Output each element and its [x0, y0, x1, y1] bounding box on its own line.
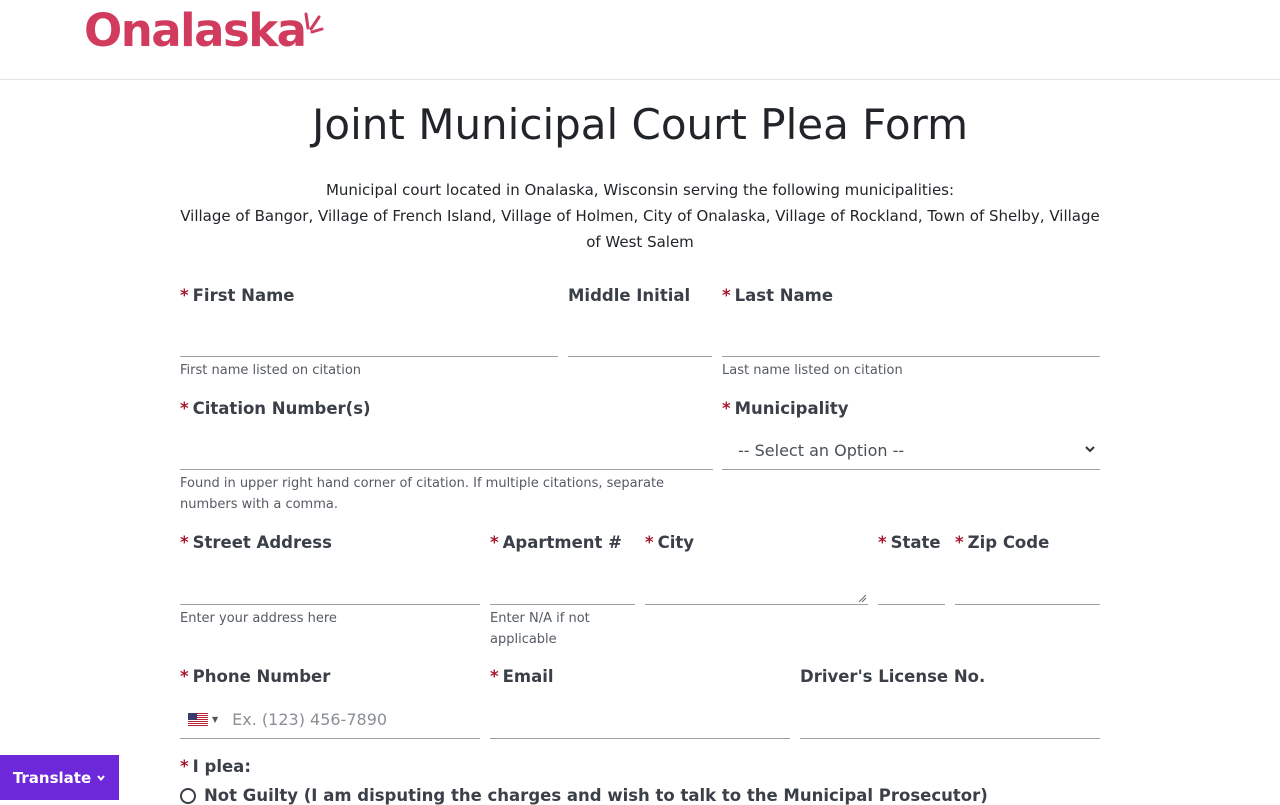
apartment-label: * Apartment # [490, 533, 622, 552]
first-name-field: * First Name First name listed on citatio… [180, 286, 558, 386]
required-marker: * [180, 533, 189, 552]
required-marker: * [180, 286, 189, 305]
citation-number-input[interactable] [180, 434, 713, 470]
state-field: * State [878, 533, 945, 613]
resize-grip-icon[interactable] [858, 594, 867, 603]
first-name-help: First name listed on citation [180, 363, 362, 378]
street-address-field: * Street Address Enter your address here [180, 533, 480, 633]
phone-placeholder: Ex. (123) 456-7890 [232, 710, 388, 729]
citation-number-field: * Citation Number(s) Found in upper right… [180, 399, 713, 519]
translate-label: Translate [12, 768, 92, 787]
state-input[interactable] [878, 569, 945, 605]
municipality-field: * Municipality -- Select an Option -- [722, 399, 1100, 479]
last-name-input[interactable] [722, 321, 1100, 357]
first-name-label: * First Name [180, 286, 295, 305]
middle-initial-label: Middle Initial [568, 286, 691, 305]
caret-down-icon: ▼ [212, 715, 219, 724]
subtitle-line-2: Village of Bangor, Village of French Isl… [180, 207, 1100, 251]
plea-option-not-guilty[interactable]: Not Guilty (I am disputing the charges a… [180, 786, 988, 805]
page-title: Joint Municipal Court Plea Form [312, 100, 968, 149]
email-label: * Email [490, 667, 554, 686]
municipality-select[interactable]: -- Select an Option -- [722, 432, 1100, 470]
logo-sparkle-icon [304, 12, 324, 34]
required-marker: * [645, 533, 654, 552]
required-marker: * [722, 399, 731, 418]
required-marker: * [878, 533, 887, 552]
plea-field: * I plea: [180, 757, 580, 781]
us-flag-icon [188, 713, 208, 726]
page-subtitle: Municipal court located in Onalaska, Wis… [180, 177, 1100, 255]
street-address-input[interactable] [180, 569, 480, 605]
chevron-down-icon [1085, 446, 1095, 453]
plea-label: * I plea: [180, 757, 251, 776]
first-name-input[interactable] [180, 321, 558, 357]
middle-initial-input[interactable] [568, 321, 712, 357]
translate-button[interactable]: Translate [0, 755, 119, 800]
apartment-field: * Apartment # Enter N/A if not applicable [490, 533, 635, 653]
subtitle-line-1: Municipal court located in Onalaska, Wis… [325, 181, 955, 199]
citation-number-help: Found in upper right hand corner of cita… [180, 476, 665, 512]
required-marker: * [722, 286, 731, 305]
site-header: Onalaska [0, 0, 1280, 80]
middle-initial-field: Middle Initial [568, 286, 712, 366]
chevron-down-icon [97, 774, 105, 781]
zip-code-field: * Zip Code [955, 533, 1100, 613]
state-label: * State [878, 533, 941, 552]
street-address-label: * Street Address [180, 533, 332, 552]
phone-input[interactable]: ▼ Ex. (123) 456-7890 [180, 701, 480, 739]
zip-code-label: * Zip Code [955, 533, 1050, 552]
last-name-field: * Last Name Last name listed on citation [722, 286, 1100, 386]
radio-button[interactable] [180, 787, 196, 804]
required-marker: * [180, 757, 189, 776]
required-marker: * [955, 533, 964, 552]
apartment-input[interactable] [490, 569, 635, 605]
required-marker: * [490, 533, 499, 552]
email-field: * Email [490, 667, 790, 747]
required-marker: * [180, 667, 189, 686]
logo-text: Onalaska [84, 4, 307, 57]
citation-number-label: * Citation Number(s) [180, 399, 371, 418]
required-marker: * [180, 399, 189, 418]
email-input[interactable] [490, 703, 790, 739]
city-textarea[interactable] [645, 569, 868, 605]
last-name-label: * Last Name [722, 286, 834, 305]
apartment-help: Enter N/A if not applicable [490, 611, 590, 647]
city-field: * City [645, 533, 868, 613]
country-selector[interactable]: ▼ [188, 713, 218, 726]
zip-code-input[interactable] [955, 569, 1100, 605]
phone-field: * Phone Number ▼ Ex. (123) 456-7890 [180, 667, 480, 747]
required-marker: * [490, 667, 499, 686]
onalaska-logo[interactable]: Onalaska [84, 4, 324, 57]
drivers-license-input[interactable] [800, 703, 1100, 739]
city-label: * City [645, 533, 695, 552]
drivers-license-label: Driver's License No. [800, 667, 986, 686]
plea-option-label: Not Guilty (I am disputing the charges a… [204, 786, 988, 805]
last-name-help: Last name listed on citation [722, 363, 903, 378]
municipality-label: * Municipality [722, 399, 849, 418]
street-address-help: Enter your address here [180, 611, 337, 626]
phone-label: * Phone Number [180, 667, 331, 686]
drivers-license-field: Driver's License No. [800, 667, 1100, 747]
municipality-selected-value: -- Select an Option -- [738, 441, 905, 460]
